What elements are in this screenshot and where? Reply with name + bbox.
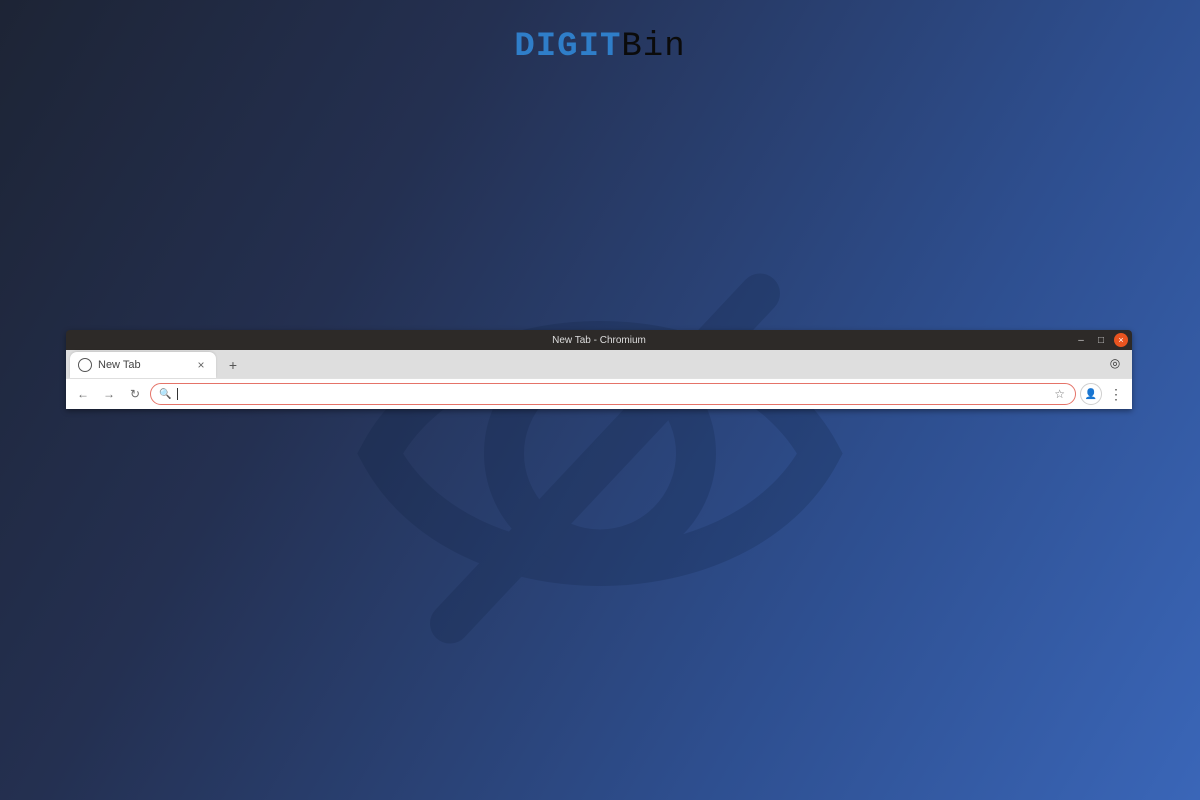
site-logo: DIGITBin xyxy=(514,28,685,66)
reload-button[interactable]: ↻ xyxy=(124,383,146,405)
tab-strip: New Tab × + ◎ xyxy=(66,350,1132,378)
browser-menu-button[interactable]: ⋮ xyxy=(1106,384,1126,404)
new-tab-button[interactable]: + xyxy=(222,354,244,376)
reload-icon: ↻ xyxy=(130,387,140,401)
logo-part-bin: Bin xyxy=(621,28,685,66)
address-input[interactable] xyxy=(184,385,1048,403)
extensions-button[interactable]: ◎ xyxy=(1106,354,1124,372)
tab-close-button[interactable]: × xyxy=(194,358,208,372)
eye-crossed-icon xyxy=(340,194,860,719)
tab-title: New Tab xyxy=(98,359,188,371)
browser-tab[interactable]: New Tab × xyxy=(70,352,216,378)
text-caret xyxy=(177,388,178,400)
browser-toolbar: ← → ↻ 🔍 ☆ 👤 ⋮ xyxy=(66,378,1132,409)
address-bar[interactable]: 🔍 ☆ xyxy=(150,383,1076,405)
tab-favicon-icon xyxy=(78,358,92,372)
logo-part-digit: DIGIT xyxy=(514,28,621,66)
profile-icon: 👤 xyxy=(1085,389,1097,400)
window-controls: – □ × xyxy=(1074,330,1128,350)
browser-window: New Tab - Chromium – □ × New Tab × + ◎ ← xyxy=(66,330,1132,409)
profile-button[interactable]: 👤 xyxy=(1080,383,1102,405)
back-button[interactable]: ← xyxy=(72,383,94,405)
window-titlebar[interactable]: New Tab - Chromium – □ × xyxy=(66,330,1132,350)
arrow-left-icon: ← xyxy=(77,387,89,401)
page-background: DIGITBin New Tab - Chromium – □ × New Ta… xyxy=(0,0,1200,800)
search-icon: 🔍 xyxy=(159,389,171,400)
extensions-icon: ◎ xyxy=(1110,356,1120,370)
forward-button[interactable]: → xyxy=(98,383,120,405)
window-maximize-button[interactable]: □ xyxy=(1094,333,1108,347)
bookmark-star-icon[interactable]: ☆ xyxy=(1054,387,1067,401)
arrow-right-icon: → xyxy=(103,387,115,401)
window-title: New Tab - Chromium xyxy=(552,335,646,346)
kebab-menu-icon: ⋮ xyxy=(1109,386,1123,403)
window-close-button[interactable]: × xyxy=(1114,333,1128,347)
window-minimize-button[interactable]: – xyxy=(1074,333,1088,347)
